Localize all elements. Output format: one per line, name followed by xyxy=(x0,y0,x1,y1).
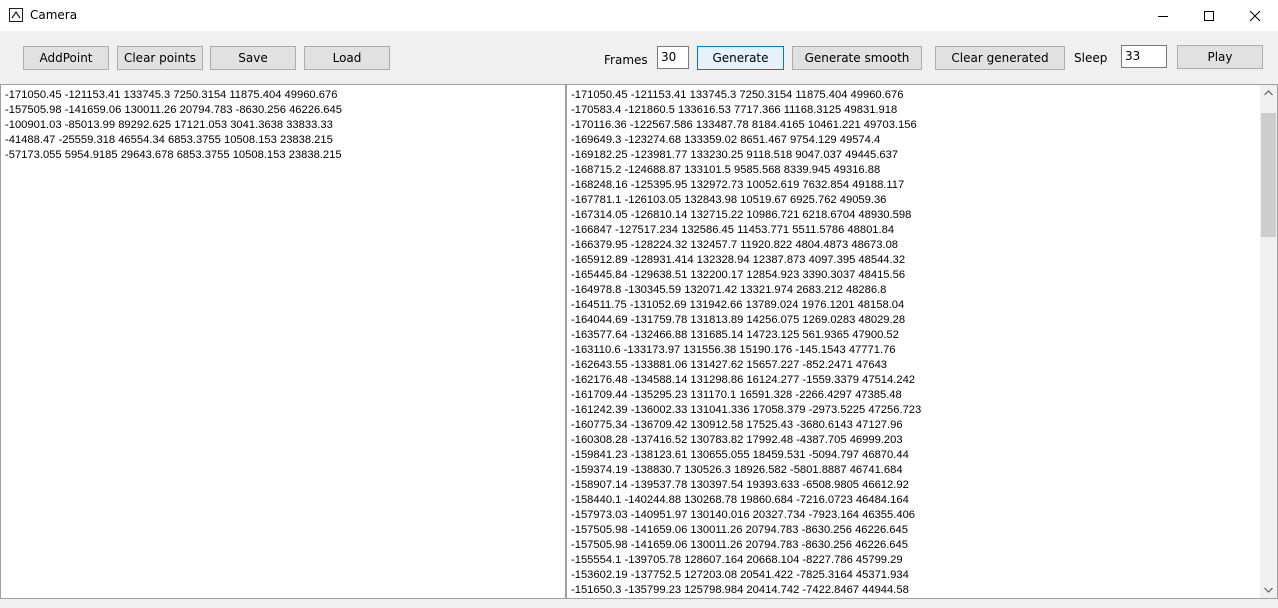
list-item: -100901.03 -85013.99 89292.625 17121.053… xyxy=(5,119,333,131)
list-item: -168715.2 -124688.87 133101.5 9585.568 8… xyxy=(571,164,881,176)
list-item: -165445.84 -129638.51 132200.17 12854.92… xyxy=(571,269,906,281)
list-item: -171050.45 -121153.41 133745.3 7250.3154… xyxy=(5,89,338,101)
list-item: -161242.39 -136002.33 131041.336 17058.3… xyxy=(571,404,922,416)
sleep-input[interactable]: 33 xyxy=(1121,45,1167,68)
list-item: -157505.98 -141659.06 130011.26 20794.78… xyxy=(5,104,342,116)
list-item: -159841.23 -138123.61 130655.055 18459.5… xyxy=(571,449,909,461)
list-item: -169182.25 -123981.77 133230.25 9118.518… xyxy=(571,149,899,161)
vertical-scrollbar[interactable] xyxy=(1260,85,1277,598)
list-item: -168248.16 -125395.95 132972.73 10052.61… xyxy=(571,179,905,191)
list-item: -159374.19 -138830.7 130526.3 18926.582 … xyxy=(571,464,903,476)
list-item: -166847 -127517.234 132586.45 11453.771 … xyxy=(571,224,895,236)
list-item: -57173.055 5954.9185 29643.678 6853.3755… xyxy=(5,149,342,161)
toolbar: AddPoint Clear points Save Load Frames 3… xyxy=(0,31,1278,84)
list-item: -158907.14 -139537.78 130397.54 19393.63… xyxy=(571,479,909,491)
app-icon xyxy=(9,8,23,22)
list-item: -157505.98 -141659.06 130011.26 20794.78… xyxy=(571,524,908,536)
list-item: -163577.64 -132466.88 131685.14 14723.12… xyxy=(571,329,899,341)
add-point-button[interactable]: AddPoint xyxy=(23,46,109,70)
minimize-icon xyxy=(1158,16,1168,17)
list-item: -161709.44 -135295.23 131170.1 16591.328… xyxy=(571,389,902,401)
list-item: -170116.36 -122567.586 133487.78 8184.41… xyxy=(571,119,917,131)
generated-list: -171050.45 -121153.41 133745.3 7250.3154… xyxy=(567,85,1277,598)
list-item: -166379.95 -128224.32 132457.7 11920.822… xyxy=(571,239,899,251)
list-item: -162643.55 -133881.06 131427.62 15657.22… xyxy=(571,359,888,371)
list-item: -167781.1 -126103.05 132843.98 10519.67 … xyxy=(571,194,887,206)
play-button[interactable]: Play xyxy=(1177,45,1263,69)
generate-button[interactable]: Generate xyxy=(697,46,784,70)
load-button[interactable]: Load xyxy=(304,46,390,70)
close-icon xyxy=(1249,10,1261,22)
sleep-label: Sleep xyxy=(1074,51,1108,65)
list-item: -171050.45 -121153.41 133745.3 7250.3154… xyxy=(571,89,904,101)
scroll-up-button[interactable] xyxy=(1260,85,1277,102)
list-item: -160775.34 -136709.42 130912.58 17525.43… xyxy=(571,419,903,431)
close-button[interactable] xyxy=(1232,0,1278,31)
list-item: -155554.1 -139705.78 128607.164 20668.10… xyxy=(571,554,903,566)
save-button[interactable]: Save xyxy=(210,46,296,70)
list-item: -157973.03 -140951.97 130140.016 20327.7… xyxy=(571,509,916,521)
list-item: -153602.19 -137752.5 127203.08 20541.422… xyxy=(571,569,909,581)
list-item: -169649.3 -123274.68 133359.02 8651.467 … xyxy=(571,134,881,146)
list-item: -167314.05 -126810.14 132715.22 10986.72… xyxy=(571,209,912,221)
list-item: -163110.6 -133173.97 131556.38 15190.176… xyxy=(571,344,896,356)
generated-textbox[interactable]: -171050.45 -121153.41 133745.3 7250.3154… xyxy=(566,84,1278,599)
clear-generated-button[interactable]: Clear generated xyxy=(935,46,1065,70)
frames-label: Frames xyxy=(604,53,648,67)
chevron-down-icon xyxy=(1264,587,1273,593)
list-item: -158440.1 -140244.88 130268.78 19860.684… xyxy=(571,494,909,506)
list-item: -165912.89 -128931.414 132328.94 12387.8… xyxy=(571,254,906,266)
scrollbar-thumb[interactable] xyxy=(1261,113,1276,237)
list-item: -160308.28 -137416.52 130783.82 17992.48… xyxy=(571,434,903,446)
list-item: -157505.98 -141659.06 130011.26 20794.78… xyxy=(571,539,908,551)
list-item: -164978.8 -130345.59 132071.42 13321.974… xyxy=(571,284,887,296)
minimize-button[interactable] xyxy=(1140,0,1186,31)
points-list: -171050.45 -121153.41 133745.3 7250.3154… xyxy=(1,85,565,163)
list-item: -170583.4 -121860.5 133616.53 7717.366 1… xyxy=(571,104,898,116)
clear-points-button[interactable]: Clear points xyxy=(117,46,203,70)
maximize-icon xyxy=(1204,11,1214,21)
scroll-down-button[interactable] xyxy=(1260,581,1277,598)
list-item: -162176.48 -134588.14 131298.86 16124.27… xyxy=(571,374,916,386)
list-item: -151650.3 -135799.23 125798.984 20414.74… xyxy=(571,584,909,596)
list-item: -164511.75 -131052.69 131942.66 13789.02… xyxy=(571,299,905,311)
window-bottom-edge xyxy=(0,599,1278,608)
list-item: -41488.47 -25559.318 46554.34 6853.3755 … xyxy=(5,134,333,146)
generate-smooth-button[interactable]: Generate smooth xyxy=(792,46,922,70)
title-bar: Camera xyxy=(0,0,1278,32)
window-title: Camera xyxy=(30,8,78,22)
chevron-up-icon xyxy=(1264,90,1273,96)
points-textbox[interactable]: -171050.45 -121153.41 133745.3 7250.3154… xyxy=(0,84,566,599)
list-item: -164044.69 -131759.78 131813.89 14256.07… xyxy=(571,314,906,326)
maximize-button[interactable] xyxy=(1186,0,1232,31)
frames-input[interactable]: 30 xyxy=(657,46,689,69)
